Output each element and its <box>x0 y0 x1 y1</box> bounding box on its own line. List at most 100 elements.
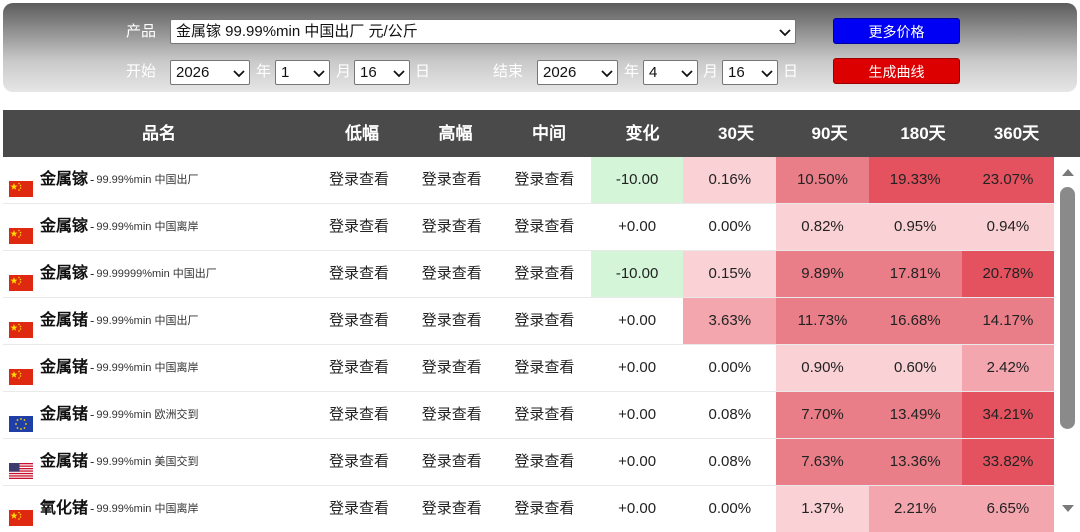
table-body: 金属镓 -99.99%min 中国出厂 登录查看 登录查看 登录查看 -10.00 0.16… <box>3 157 1054 532</box>
pct-30d-cell: 0.00% <box>683 486 777 532</box>
scroll-down-arrow-icon[interactable] <box>1060 502 1076 516</box>
product-name[interactable]: 金属镓 <box>40 171 88 188</box>
china-flag-icon <box>9 499 33 527</box>
login-to-view-mid-link[interactable]: 登录查看 <box>498 486 591 532</box>
change-cell: +0.00 <box>618 312 657 329</box>
login-to-view-high-link[interactable]: 登录查看 <box>406 439 498 485</box>
pct-30d-cell: 0.08% <box>683 392 777 438</box>
login-to-view-mid-link[interactable]: 登录查看 <box>498 298 591 344</box>
table-row: 金属锗 -99.99%min 中国出厂 登录查看 登录查看 登录查看 +0.00 3.63%… <box>3 298 1054 345</box>
start-month-value: 1 <box>281 64 290 81</box>
pct-180d-cell: 16.68% <box>868 298 962 344</box>
login-to-view-low-link[interactable]: 登录查看 <box>312 251 405 297</box>
end-month-select[interactable]: 4 <box>643 60 698 85</box>
product-name[interactable]: 氧化锗 <box>40 500 88 517</box>
pct-360d-cell: 34.21% <box>961 392 1054 438</box>
header-180d: 180天 <box>900 124 946 143</box>
product-name-cell: 金属锗 -99.99%min 欧洲交到 <box>3 392 312 438</box>
login-to-view-high-link[interactable]: 登录查看 <box>406 157 498 203</box>
chevron-down-icon <box>779 28 791 38</box>
login-to-view-low-link[interactable]: 登录查看 <box>312 486 405 532</box>
pct-90d-cell: 9.89% <box>776 251 869 297</box>
more-prices-button[interactable]: 更多价格 <box>833 18 960 44</box>
chevron-down-icon <box>313 69 325 79</box>
pct-360d-cell: 2.42% <box>961 345 1054 391</box>
china-flag-icon <box>9 264 33 292</box>
table-row: 金属镓 -99.99%min 中国离岸 登录查看 登录查看 登录查看 +0.00 0.00%… <box>3 204 1054 251</box>
login-to-view-low-link[interactable]: 登录查看 <box>312 439 405 485</box>
login-to-view-high-link[interactable]: 登录查看 <box>406 345 498 391</box>
pct-30d-cell: 0.08% <box>683 439 777 485</box>
product-name[interactable]: 金属锗 <box>40 359 88 376</box>
header-change: 变化 <box>625 124 660 143</box>
pct-360d-cell: 20.78% <box>961 251 1054 297</box>
change-cell: +0.00 <box>618 453 657 470</box>
product-name[interactable]: 金属锗 <box>40 453 88 470</box>
end-day-value: 16 <box>728 64 745 81</box>
name-separator: - <box>90 266 95 282</box>
scrollbar[interactable] <box>1056 157 1080 532</box>
change-cell: +0.00 <box>618 406 657 423</box>
end-year-select[interactable]: 2026 <box>537 60 618 85</box>
login-to-view-high-link[interactable]: 登录查看 <box>406 392 498 438</box>
chevron-down-icon <box>681 69 693 79</box>
generate-curve-button[interactable]: 生成曲线 <box>833 58 960 84</box>
product-select[interactable]: 金属镓 99.99%min 中国出厂 元/公斤 <box>170 19 796 44</box>
start-month-unit: 月 <box>336 63 352 80</box>
login-to-view-mid-link[interactable]: 登录查看 <box>498 251 591 297</box>
login-to-view-mid-link[interactable]: 登录查看 <box>498 157 591 203</box>
filter-panel: 产品 金属镓 99.99%min 中国出厂 元/公斤 更多价格 开始 2026 … <box>3 3 1077 92</box>
chevron-down-icon <box>393 69 405 79</box>
product-spec: 99.99%min 欧洲交到 <box>96 409 199 422</box>
product-name-cell: 金属锗 -99.99%min 中国出厂 <box>3 298 312 344</box>
header-360d: 360天 <box>993 124 1040 143</box>
start-year-select[interactable]: 2026 <box>170 60 250 85</box>
start-year-unit: 年 <box>256 63 272 80</box>
end-month-value: 4 <box>649 64 658 81</box>
header-low: 低幅 <box>345 124 379 143</box>
login-to-view-high-link[interactable]: 登录查看 <box>406 251 498 297</box>
pct-360d-cell: 6.65% <box>961 486 1054 532</box>
end-day-unit: 日 <box>783 63 799 80</box>
end-day-select[interactable]: 16 <box>722 60 778 85</box>
pct-90d-cell: 10.50% <box>776 157 869 203</box>
scroll-up-arrow-icon[interactable] <box>1060 165 1076 179</box>
login-to-view-mid-link[interactable]: 登录查看 <box>498 345 591 391</box>
product-name[interactable]: 金属镓 <box>40 265 88 282</box>
pct-180d-cell: 13.49% <box>868 392 962 438</box>
login-to-view-low-link[interactable]: 登录查看 <box>312 345 405 391</box>
name-separator: - <box>90 219 95 235</box>
login-to-view-low-link[interactable]: 登录查看 <box>312 204 405 250</box>
table-row: 金属镓 -99.99999%min 中国出厂 登录查看 登录查看 登录查看 -10.00 0… <box>3 251 1054 298</box>
login-to-view-low-link[interactable]: 登录查看 <box>312 298 405 344</box>
product-name[interactable]: 金属锗 <box>40 406 88 423</box>
pct-90d-cell: 7.63% <box>776 439 869 485</box>
pct-30d-cell: 0.00% <box>683 204 777 250</box>
product-spec: 99.99%min 美国交到 <box>96 456 199 469</box>
end-month-unit: 月 <box>703 63 719 80</box>
login-to-view-mid-link[interactable]: 登录查看 <box>498 204 591 250</box>
change-cell: +0.00 <box>618 218 657 235</box>
product-spec: 99.99%min 中国出厂 <box>96 315 199 328</box>
name-separator: - <box>90 360 95 376</box>
start-day-value: 16 <box>360 64 377 81</box>
pct-360d-cell: 33.82% <box>961 439 1054 485</box>
login-to-view-low-link[interactable]: 登录查看 <box>312 157 405 203</box>
login-to-view-high-link[interactable]: 登录查看 <box>406 486 498 532</box>
login-to-view-mid-link[interactable]: 登录查看 <box>498 439 591 485</box>
chevron-down-icon <box>761 69 773 79</box>
login-to-view-high-link[interactable]: 登录查看 <box>406 204 498 250</box>
start-month-select[interactable]: 1 <box>275 60 330 85</box>
login-to-view-low-link[interactable]: 登录查看 <box>312 392 405 438</box>
scrollbar-thumb[interactable] <box>1060 187 1075 429</box>
product-spec: 99.99%min 中国离岸 <box>96 221 199 234</box>
table-row: 金属锗 -99.99%min 欧洲交到 登录查看 登录查看 登录查看 +0.00 0.08%… <box>3 392 1054 439</box>
start-day-select[interactable]: 16 <box>354 60 410 85</box>
product-name[interactable]: 金属锗 <box>40 312 88 329</box>
pct-90d-cell: 7.70% <box>776 392 869 438</box>
pct-90d-cell: 0.90% <box>776 345 869 391</box>
login-to-view-mid-link[interactable]: 登录查看 <box>498 392 591 438</box>
product-name[interactable]: 金属镓 <box>40 218 88 235</box>
login-to-view-high-link[interactable]: 登录查看 <box>406 298 498 344</box>
pct-90d-cell: 1.37% <box>776 486 869 532</box>
